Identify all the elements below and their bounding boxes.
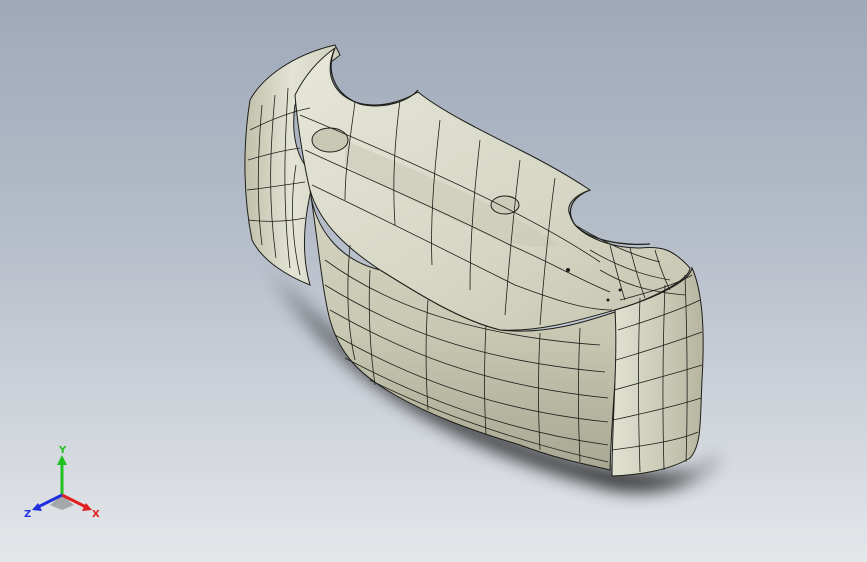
part-model[interactable] bbox=[0, 0, 867, 562]
coordinate-triad[interactable]: Y X Z bbox=[22, 445, 102, 525]
triad-base-shape bbox=[50, 495, 74, 510]
z-axis-label: Z bbox=[24, 509, 31, 520]
y-axis-arrow bbox=[57, 455, 67, 465]
graphics-viewport[interactable]: Y X Z bbox=[0, 0, 867, 562]
y-axis-label: Y bbox=[58, 445, 67, 456]
x-axis-label: X bbox=[92, 509, 100, 520]
